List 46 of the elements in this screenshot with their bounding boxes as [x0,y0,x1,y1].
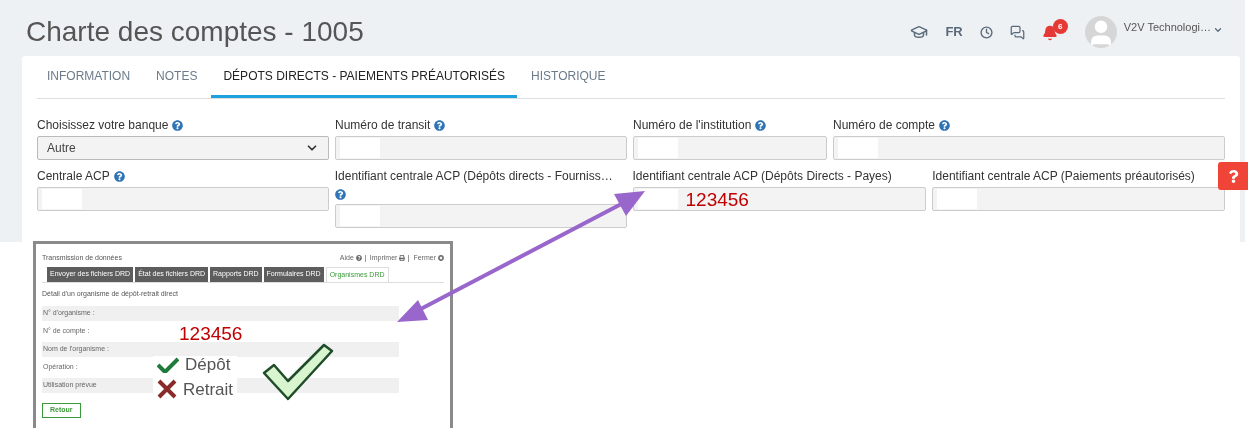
tab[interactable]: INFORMATION [47,56,131,98]
tab[interactable]: HISTORIQUE [531,56,606,98]
field-label: Numéro de compte [833,117,936,134]
page-title: Charte des comptes - 1005 [26,15,364,49]
help-icon[interactable] [334,188,346,200]
help-icon[interactable] [113,170,125,182]
option-label: Dépôt [185,356,231,373]
help-icon[interactable] [755,119,767,131]
help-icon [1227,169,1239,183]
field-label: Identifiant centrale ACP (Dépôts directs - Fourniss… [334,168,613,185]
help-icon[interactable] [939,119,951,131]
checkmark-icon [157,356,179,373]
input-field[interactable] [932,187,1225,211]
field-label: Choisissez votre banque [37,117,169,134]
help-icon[interactable] [355,255,362,261]
input-field[interactable] [833,136,1225,160]
annotation-number: 123456 [685,189,749,209]
language-selector[interactable]: FR [945,22,963,42]
field-label: Centrale ACP [37,168,110,185]
print-icon[interactable] [399,255,406,261]
tab[interactable]: DÉPOTS DIRECTS - PAIEMENTS PRÉAUTORISÉS [211,56,518,98]
help-icon[interactable] [434,119,446,131]
help-button[interactable] [1218,162,1248,190]
bank-select[interactable]: Autre [37,136,329,160]
graduation-cap-icon[interactable] [910,23,929,41]
field-label: Numéro de l'institution [633,117,752,134]
input-field[interactable] [334,204,627,228]
field-label: Identifiant centrale ACP (Paiements préautorisés) [932,168,1195,185]
input-field[interactable] [633,136,827,160]
help-icon[interactable] [172,119,184,131]
notification-badge: 6 [1052,19,1068,34]
chat-icon[interactable] [1009,24,1025,40]
annotation-number: 123456 [179,324,243,343]
field-label: Numéro de transit [335,117,431,134]
input-field[interactable] [335,136,627,160]
clock-icon[interactable] [979,25,993,39]
user-menu[interactable]: V2V Technologi… [1123,18,1223,36]
field-label: Identifiant centrale ACP (Dépôts Directs - Payes) [632,168,892,185]
large-checkmark-drawing [262,343,334,401]
cross-icon [157,379,177,399]
tab[interactable]: NOTES [156,56,198,98]
caret-icon [1213,25,1223,35]
bell-icon[interactable] [1041,25,1058,41]
close-icon[interactable] [438,255,444,261]
input-field[interactable] [37,187,329,211]
input-field[interactable]: 123456 [632,187,927,211]
